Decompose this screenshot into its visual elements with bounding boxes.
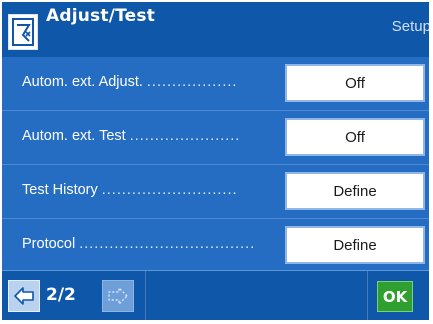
footer-divider — [145, 271, 146, 320]
autom-ext-test-button[interactable]: Off — [285, 118, 425, 156]
row-label: Test History — [22, 182, 98, 198]
row-dots: ...................... — [129, 128, 241, 144]
title-bar: Adjust/Test Setup — [2, 2, 429, 57]
row-label: Autom. ext. Adjust. — [22, 74, 143, 90]
row-label: Protocol — [22, 236, 76, 252]
protocol-button[interactable]: Define — [285, 226, 425, 264]
arrow-left-icon — [14, 287, 34, 305]
ok-button[interactable]: OK — [377, 281, 413, 312]
footer-divider — [367, 271, 368, 320]
row-dots: .................. — [146, 74, 238, 90]
balance-screen: Adjust/Test Setup Autom. ext. Adjust....… — [2, 2, 429, 320]
test-history-button[interactable]: Define — [285, 172, 425, 210]
row-label: Autom. ext. Test — [22, 128, 126, 144]
setup-label: Setup — [391, 18, 429, 35]
adjust-test-icon — [8, 14, 38, 50]
list-item: Autom. ext. Adjust................... Of… — [2, 57, 429, 110]
list-item: Autom. ext. Test...................... O… — [2, 111, 429, 164]
row-dots: ........................... — [101, 182, 238, 198]
previous-page-button[interactable] — [8, 280, 40, 312]
list-item: Test History........................... … — [2, 165, 429, 218]
page-title: Adjust/Test — [46, 6, 156, 26]
arrow-right-icon — [108, 287, 128, 305]
footer-bar: 2/2 OK — [2, 270, 429, 320]
next-page-button[interactable] — [102, 280, 134, 312]
row-dots: ................................... — [79, 236, 256, 252]
list-item: Protocol................................… — [2, 219, 429, 272]
settings-list: Autom. ext. Adjust................... Of… — [2, 57, 429, 270]
page-indicator: 2/2 — [46, 285, 76, 305]
autom-ext-adjust-button[interactable]: Off — [285, 64, 425, 102]
